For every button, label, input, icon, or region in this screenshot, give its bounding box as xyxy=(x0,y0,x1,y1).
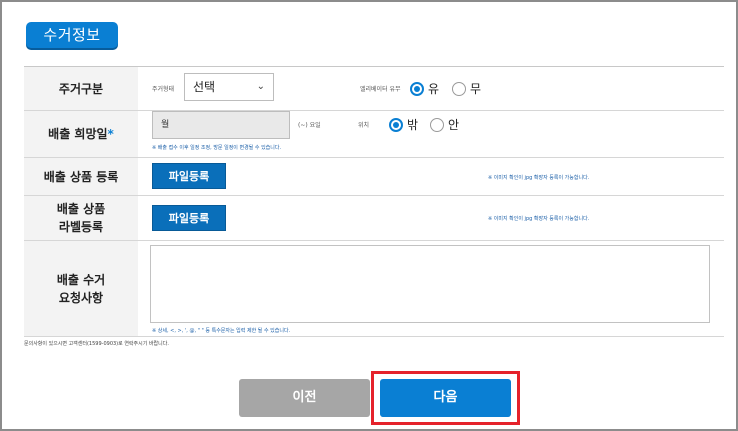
row-product-register: 배출 상품 등록 파일등록 ※ 이미지 확인이 jpg 확장자 등록이 가능합니… xyxy=(24,158,724,196)
row-label-register: 배출 상품 라벨등록 파일등록 ※ 이미지 확인이 jpg 확장자 등록이 가능… xyxy=(24,196,724,241)
location-radio-in[interactable]: 안 xyxy=(430,116,459,133)
label-request: 배출 수거 요청사항 xyxy=(24,241,138,336)
required-mark: * xyxy=(107,127,114,141)
radio-checked-icon xyxy=(389,117,403,132)
elevator-radio-yes[interactable]: 유 xyxy=(410,80,439,97)
row-desired-date: 배출 희망일 * 월 (~) 요일 위치 밖 안 ※ 배출 접수 이후 일정 조정… xyxy=(24,111,724,158)
row-residence-type: 주거구분 주거형태 선택 ⌄ 엘리베이터 유무 유 무 xyxy=(24,67,724,111)
desired-date-input[interactable]: 월 xyxy=(152,111,290,139)
next-button[interactable]: 다음 xyxy=(380,379,511,417)
request-note: ※ 상세, <, >, ', @, " " 등 특수문자는 입력 제한 될 수 … xyxy=(152,328,291,334)
residence-select[interactable]: 선택 ⌄ xyxy=(184,73,274,101)
label-file-note: ※ 이미지 확인이 jpg 확장자 등록이 가능합니다. xyxy=(488,216,590,222)
elevator-label: 엘리베이터 유무 xyxy=(360,86,401,93)
date-note: ※ 배출 접수 이후 일정 조정, 방문 일정이 변경될 수 있습니다. xyxy=(152,145,282,151)
residence-select-value: 선택 xyxy=(193,80,216,94)
label-product-register: 배출 상품 등록 xyxy=(24,158,138,195)
section-title: 수거정보 xyxy=(26,22,118,48)
label-label-register: 배출 상품 라벨등록 xyxy=(24,196,138,240)
radio-unchecked-icon xyxy=(452,81,466,96)
label-residence-type: 주거구분 xyxy=(24,67,138,110)
radio-unchecked-icon xyxy=(430,117,444,132)
elevator-radio-no[interactable]: 무 xyxy=(452,80,481,97)
date-suffix: (~) 요일 xyxy=(298,122,321,129)
label-file-upload-button[interactable]: 파일등록 xyxy=(152,205,226,231)
residence-form-label: 주거형태 xyxy=(152,86,175,93)
prev-button[interactable]: 이전 xyxy=(239,379,370,417)
product-file-upload-button[interactable]: 파일등록 xyxy=(152,163,226,189)
location-label: 위치 xyxy=(358,122,370,129)
radio-checked-icon xyxy=(410,81,424,96)
request-textarea[interactable] xyxy=(150,245,710,323)
chevron-down-icon: ⌄ xyxy=(256,81,265,92)
location-radio-out[interactable]: 밖 xyxy=(389,116,418,133)
product-file-note: ※ 이미지 확인이 jpg 확장자 등록이 가능합니다. xyxy=(488,175,590,181)
row-request: 배출 수거 요청사항 ※ 상세, <, >, ', @, " " 등 특수문자는… xyxy=(24,241,724,337)
contact-footnote: 문의사항이 있으시면 고객센터(1599-0903)로 연락주시기 바랍니다. xyxy=(24,341,169,347)
collection-form: 주거구분 주거형태 선택 ⌄ 엘리베이터 유무 유 무 배출 희망일 * 월 (~… xyxy=(24,66,724,337)
label-desired-date: 배출 희망일 * xyxy=(24,111,138,157)
